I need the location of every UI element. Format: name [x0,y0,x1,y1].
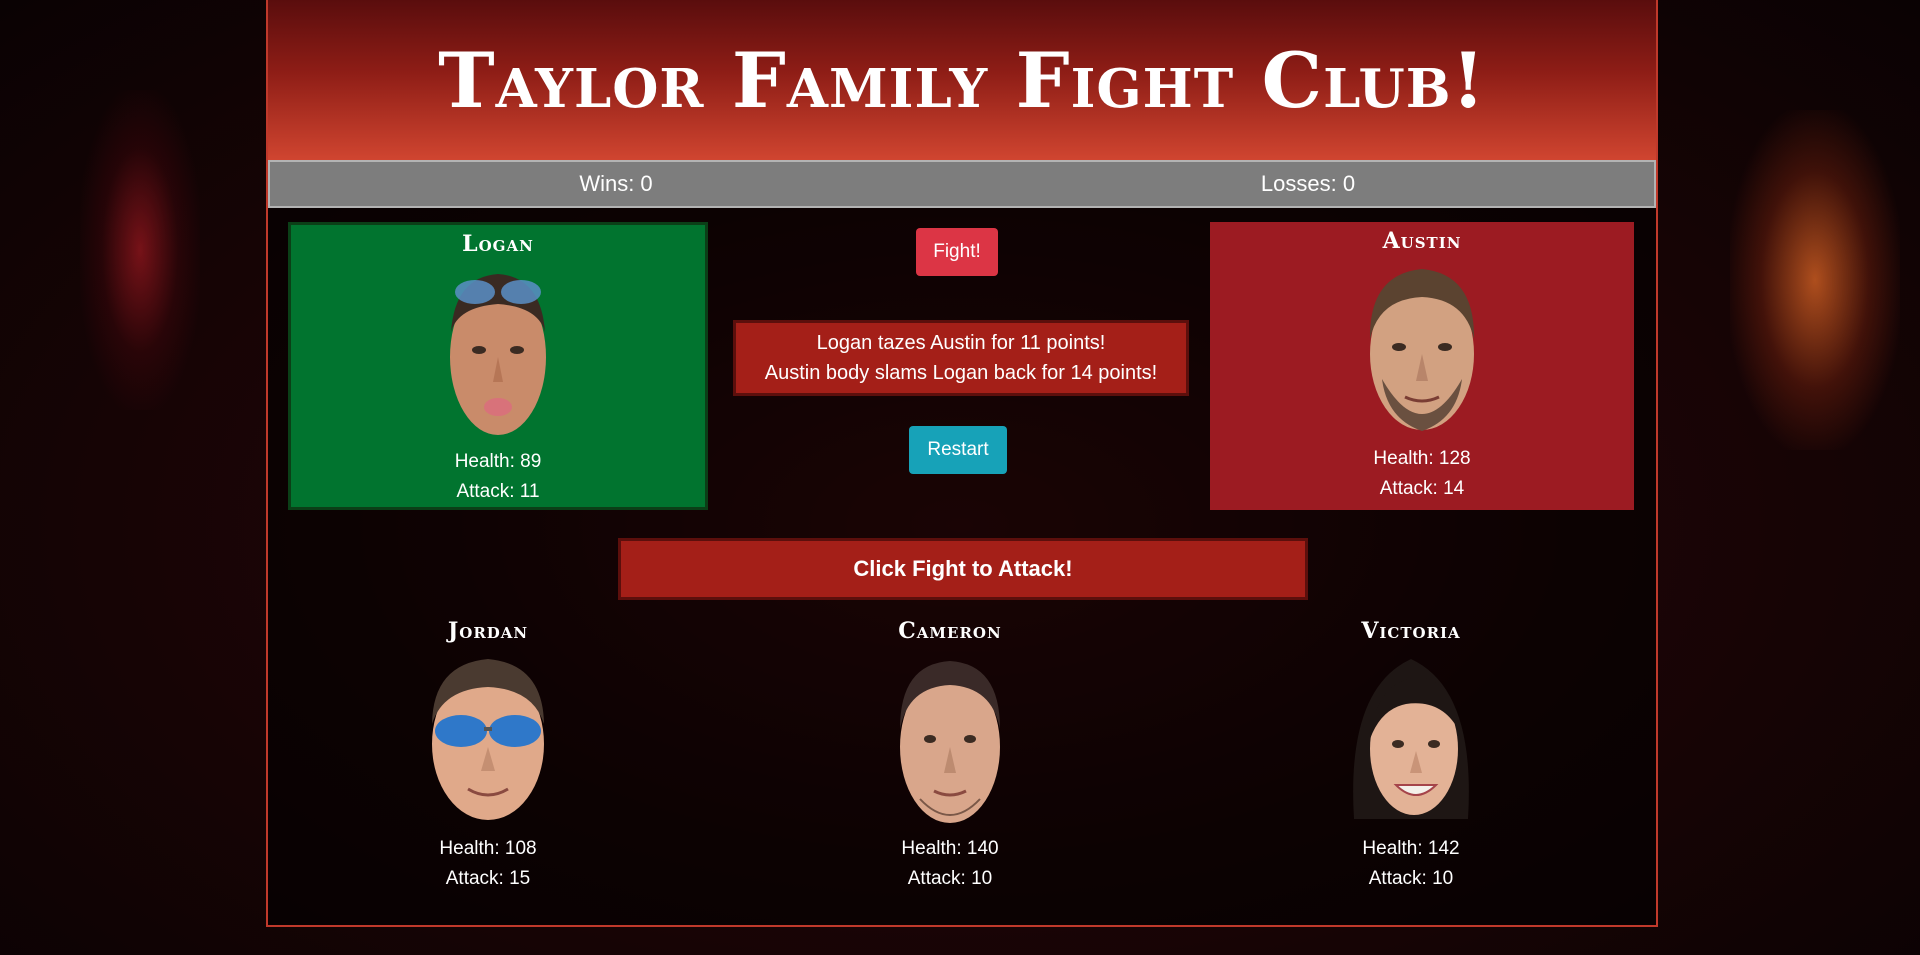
bench-character-attack: Attack: 10 [1368,868,1454,889]
bench-character-attack: Attack: 10 [907,868,993,889]
defender-face-avatar [1369,269,1475,431]
jordan-face-avatar [432,659,544,820]
restart-button[interactable]: Restart [909,426,1007,474]
bench-character-name: Cameron [898,618,1002,644]
bench-character-health: Health: 142 [1362,838,1460,859]
wins-counter: Wins: 0 [579,171,653,196]
player-card: Logan Health: 89 Attack: 11 [288,222,708,510]
battle-log-line-1: Logan tazes Austin for 11 points! [816,332,1106,354]
defender-attack: Attack: 14 [1379,478,1465,499]
losses-counter: Losses: 0 [1260,171,1356,196]
bench-character-victoria[interactable]: Victoria Health: 142 Attack: 10 [1261,612,1561,902]
bench-character-name: Jordan [447,618,529,644]
bench-character-cameron[interactable]: Cameron Health: 140 Attack: 10 [800,612,1100,902]
player-name: Logan [462,231,534,257]
bench-character-jordan[interactable]: Jordan Health: 108 Attack: 15 [338,612,638,902]
defender-health: Health: 128 [1373,448,1471,469]
bench-character-health: Health: 108 [439,838,537,859]
battle-log-line-2: Austin body slams Logan back for 14 poin… [764,362,1158,384]
background-glow-right [1730,110,1900,450]
bench-character-attack: Attack: 15 [445,868,531,889]
bench-character-health: Health: 140 [901,838,999,859]
player-attack: Attack: 11 [456,481,540,502]
scoreboard: Wins: 0 Losses: 0 [268,160,1656,208]
bench-character-name: Victoria [1361,618,1461,644]
fight-button[interactable]: Fight! [916,228,998,276]
cameron-face-avatar [900,661,1000,823]
header: Taylor Family Fight Club! [268,0,1656,160]
page-title: Taylor Family Fight Club! [438,35,1486,125]
battle-log: Logan tazes Austin for 11 points! Austin… [733,320,1189,396]
player-health: Health: 89 [454,451,542,472]
defender-card: Austin Health: 128 Attack: 14 [1210,222,1634,510]
defender-name: Austin [1382,228,1462,254]
player-face-avatar [450,274,546,435]
victoria-face-avatar [1353,659,1469,819]
game-container: Taylor Family Fight Club! Wins: 0 Losses… [266,0,1658,927]
background-glow-left [80,90,200,410]
instruction-banner: Click Fight to Attack! [618,538,1308,600]
